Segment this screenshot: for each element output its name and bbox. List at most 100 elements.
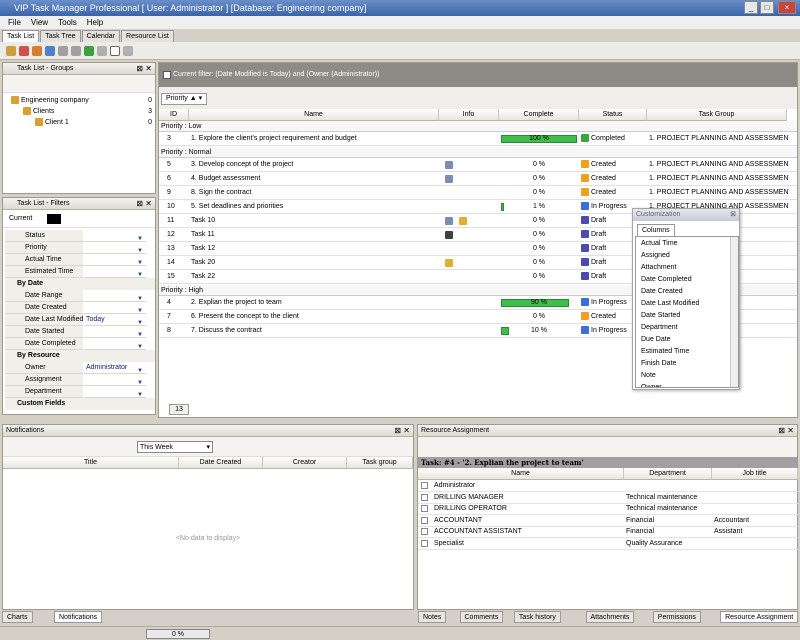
tab-charts[interactable]: Charts (2, 611, 33, 623)
menu-tools[interactable]: Tools (58, 16, 77, 29)
expand-icon[interactable] (110, 45, 120, 56)
tab-attachments[interactable]: Attachments (585, 611, 635, 623)
column-option[interactable]: Estimated Time (641, 346, 689, 358)
column-header[interactable]: Title (3, 457, 179, 469)
row-checkbox[interactable] (421, 505, 428, 512)
row-checkbox[interactable] (421, 482, 428, 489)
tab-task-tree[interactable]: Task Tree (40, 30, 81, 42)
column-option[interactable]: Due Date (641, 334, 671, 346)
column-option[interactable]: Actual Time (641, 238, 678, 250)
row-checkbox[interactable] (421, 493, 428, 501)
close-button[interactable]: × (778, 1, 796, 14)
column-option[interactable]: Note (641, 370, 656, 382)
table-row[interactable]: 9 8. Sign the contract 0 % Created 1. PROJEC… (159, 187, 789, 199)
row-checkbox[interactable] (421, 539, 428, 547)
groupby-chip[interactable]: Priority ▲ ▾ (161, 93, 208, 105)
filter-row[interactable]: Department ▼ (5, 386, 155, 398)
tab-resource-assignment[interactable]: Resource Assignment (720, 611, 799, 623)
table-row[interactable]: 6 4. Budget assessment 0 % Created 1. PROJEC… (159, 173, 789, 185)
copy-task-icon[interactable] (45, 45, 55, 56)
filter-row[interactable]: Date Last Modified Today ▼ (5, 314, 155, 326)
filter-checkbox[interactable] (163, 71, 171, 79)
menu-file[interactable]: File (8, 16, 21, 29)
tab-task-list[interactable]: Task List (2, 30, 40, 42)
section-custom-fields[interactable]: Custom Fields (5, 398, 155, 410)
maximize-button[interactable]: □ (760, 1, 774, 14)
filter-row[interactable]: Date Range ▼ (5, 290, 155, 302)
tab-permissions[interactable]: Permissions (652, 611, 701, 623)
filter-row[interactable]: Date Completed ▼ (5, 338, 155, 350)
column-header[interactable]: Department (624, 468, 712, 480)
column-option[interactable]: Department (641, 322, 678, 334)
filter-row[interactable]: Estimated Time ▼ (5, 266, 155, 278)
print-icon[interactable] (123, 45, 133, 56)
menu-help[interactable]: Help (87, 16, 103, 29)
close-icon[interactable]: ⊠ ✕ (136, 63, 152, 75)
tab-comments[interactable]: Comments (459, 611, 504, 623)
filter-row[interactable]: Date Started ▼ (5, 326, 155, 338)
column-option[interactable]: Attachment (641, 262, 676, 274)
resource-row[interactable]: Administrator (418, 480, 798, 492)
delete-task-icon[interactable] (19, 45, 29, 56)
table-row[interactable]: 3 1. Explore the client's project require… (159, 133, 789, 145)
resource-row[interactable]: ACCOUNTANT Financial Accountant (418, 515, 798, 527)
tab-resource-list[interactable]: Resource List (121, 30, 174, 42)
undo-icon[interactable] (97, 45, 107, 56)
tab-notifications[interactable]: Notifications (54, 611, 103, 623)
resource-row[interactable]: Specialist Quality Assurance (418, 538, 798, 550)
column-option[interactable]: Date Last Modified (641, 298, 699, 310)
tab-task-history[interactable]: Task history (513, 611, 561, 623)
column-header[interactable]: Complete (499, 109, 579, 121)
filter-row[interactable]: Priority ▼ (5, 242, 155, 254)
filter-row[interactable]: Assignment ▼ (5, 374, 155, 386)
row-checkbox[interactable] (421, 516, 428, 524)
column-header[interactable]: Name (418, 468, 624, 480)
column-option[interactable]: Date Created (641, 286, 683, 298)
edit-task-icon[interactable] (32, 45, 42, 56)
column-header[interactable]: ID (159, 109, 189, 121)
resource-row[interactable]: ACCOUNTANT ASSISTANT Financial Assistant (418, 526, 798, 538)
column-header[interactable]: Job title (712, 468, 798, 480)
tab-notes[interactable]: Notes (418, 611, 447, 623)
column-option[interactable]: Finish Date (641, 358, 676, 370)
new-task-icon[interactable] (6, 45, 16, 56)
period-select[interactable]: This Week ▾ (137, 441, 213, 453)
move-down-icon[interactable] (71, 45, 81, 56)
table-row[interactable]: 5 3. Develop concept of the project 0 % Cre… (159, 159, 789, 171)
refresh-icon[interactable] (84, 45, 94, 56)
filter-row[interactable]: Owner Administrator ▼ (5, 362, 155, 374)
resource-row[interactable]: DRILLING OPERATOR Technical maintenance (418, 503, 798, 515)
group-row[interactable]: Priority : Normal (159, 147, 797, 158)
column-header[interactable]: Task group (347, 457, 413, 469)
column-header[interactable]: Name (189, 109, 439, 121)
column-option[interactable]: Date Completed (641, 274, 692, 286)
section-by-resource[interactable]: By Resource (5, 350, 155, 362)
column-option[interactable]: Owner (641, 382, 662, 387)
move-up-icon[interactable] (58, 45, 68, 56)
column-header[interactable]: Status (579, 109, 647, 121)
row-checkbox[interactable] (421, 528, 428, 535)
minimize-button[interactable]: _ (744, 1, 758, 14)
close-icon[interactable]: ⊠ ✕ (136, 198, 152, 210)
filter-row[interactable]: Actual Time ▼ (5, 254, 155, 266)
filter-row[interactable]: Date Created ▼ (5, 302, 155, 314)
column-option[interactable]: Assigned (641, 250, 670, 262)
column-option[interactable]: Date Started (641, 310, 680, 322)
tab-calendar[interactable]: Calendar (81, 30, 121, 42)
color-swatch[interactable] (47, 214, 61, 224)
close-icon[interactable]: ⊠ ✕ (394, 425, 410, 437)
column-header[interactable]: Creator (263, 457, 347, 469)
section-by-date[interactable]: By Date (5, 278, 155, 290)
scrollbar[interactable] (730, 237, 738, 387)
menu-view[interactable]: View (31, 16, 48, 29)
close-icon[interactable]: ⊠ (730, 209, 736, 221)
close-icon[interactable]: ⊠ ✕ (778, 425, 794, 437)
column-header[interactable]: Info (439, 109, 499, 121)
tab-columns[interactable]: Columns (637, 224, 675, 236)
group-row[interactable]: Priority : Low (159, 121, 797, 132)
column-header[interactable]: Task Group (647, 109, 787, 121)
filter-row[interactable]: Status ▼ (5, 230, 155, 242)
resource-row[interactable]: DRILLING MANAGER Technical maintenance (418, 492, 798, 504)
group-tree-item[interactable]: Client 1 0 (3, 117, 155, 129)
column-header[interactable]: Date Created (179, 457, 263, 469)
